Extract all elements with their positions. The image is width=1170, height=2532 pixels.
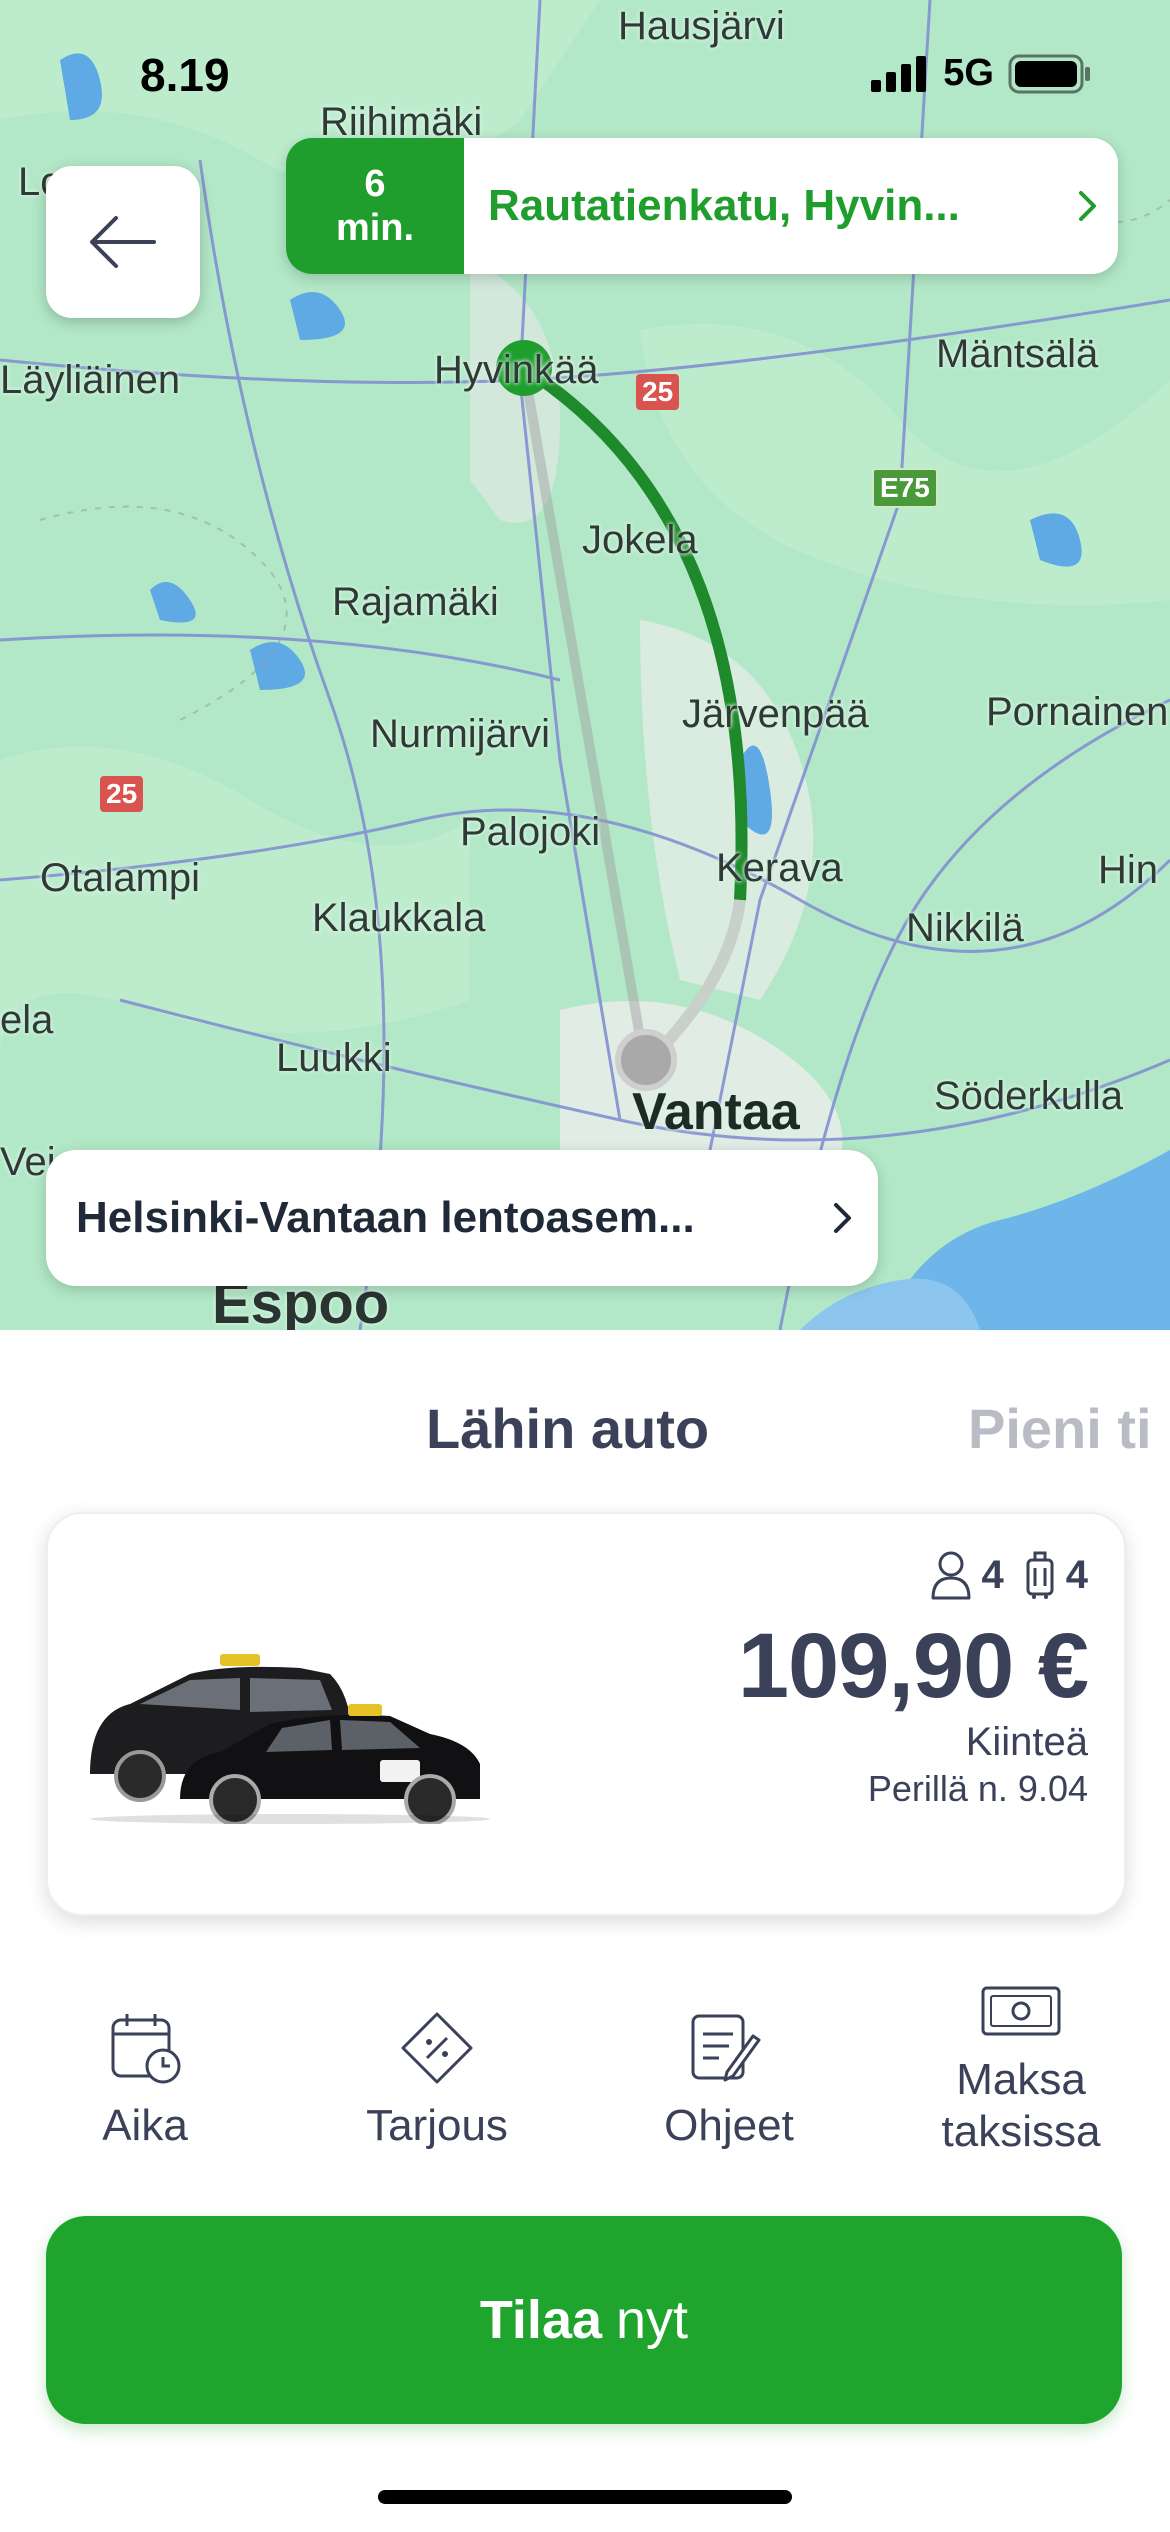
road-shield: 25 bbox=[636, 374, 680, 410]
order-now-button[interactable]: Tilaa nyt bbox=[46, 2216, 1122, 2424]
chevron-right-icon bbox=[1079, 191, 1096, 221]
option-voucher[interactable]: Tarjous bbox=[292, 2010, 582, 2152]
map-label: Läyliäinen bbox=[0, 358, 181, 402]
option-time[interactable]: Aika bbox=[0, 2010, 290, 2152]
map-label: Nikkilä bbox=[906, 906, 1024, 950]
pickup-location-button[interactable]: 6 min. Rautatienkatu, Hyvin... bbox=[286, 138, 1118, 274]
person-icon bbox=[931, 1551, 970, 1600]
map-label: Jokela bbox=[582, 518, 698, 562]
map-label: Klaukkala bbox=[312, 896, 486, 940]
option-label: Ohjeet bbox=[664, 2101, 794, 2150]
pickup-eta-badge: 6 min. bbox=[286, 138, 464, 274]
option-label: Aika bbox=[102, 2101, 188, 2150]
battery-icon bbox=[1008, 54, 1090, 93]
luggage-icon bbox=[1026, 1551, 1054, 1599]
map-label: Hausjärvi bbox=[618, 4, 785, 48]
status-indicators: 5G bbox=[871, 52, 1092, 95]
road-shield: 25 bbox=[100, 776, 144, 812]
eta-value: 6 bbox=[364, 163, 386, 205]
option-pay-in-taxi[interactable]: Maksa taksissa bbox=[876, 1980, 1166, 2158]
map-label: Rajamäki bbox=[332, 580, 499, 624]
status-time: 8.19 bbox=[140, 49, 230, 101]
option-label: Maksa taksissa bbox=[941, 2055, 1101, 2156]
voucher-icon bbox=[401, 2012, 473, 2084]
home-indicator[interactable] bbox=[378, 2490, 792, 2504]
map-label: Kerava bbox=[716, 846, 843, 890]
option-label: Tarjous bbox=[366, 2101, 508, 2150]
order-label-rest: nyt bbox=[616, 2290, 689, 2350]
arrow-left-icon bbox=[90, 216, 156, 268]
options-row: Aika Tarjous Ohjeet Maksa taksissa bbox=[0, 1986, 1170, 2210]
tab-nearest-car[interactable]: Lähin auto bbox=[426, 1396, 709, 1461]
destination-location-button[interactable]: Helsinki-Vantaan lentoasem... bbox=[46, 1150, 878, 1286]
destination-marker bbox=[615, 1029, 677, 1091]
calendar-clock-icon bbox=[111, 2014, 181, 2084]
back-button[interactable] bbox=[46, 166, 200, 318]
map-label: Palojoki bbox=[460, 810, 601, 854]
arrival-time: Perillä n. 9.04 bbox=[867, 1768, 1088, 1809]
network-type: 5G bbox=[943, 52, 994, 94]
taxi-car-image bbox=[70, 1624, 490, 1829]
ride-option-card[interactable]: 4 4 109,90 € Kiinteä Perillä n. 9.04 bbox=[46, 1512, 1126, 1916]
map-label: Järvenpää bbox=[682, 692, 869, 736]
cash-icon bbox=[981, 1986, 1061, 2036]
map-label: ela bbox=[0, 998, 54, 1042]
map-label: Mäntsälä bbox=[936, 332, 1099, 376]
map-label: Söderkulla bbox=[934, 1074, 1124, 1118]
tab-small-taxi[interactable]: Pieni ti bbox=[968, 1396, 1152, 1461]
eta-unit: min. bbox=[335, 207, 415, 249]
passenger-count: 4 bbox=[981, 1552, 1004, 1597]
price: 109,90 € bbox=[737, 1615, 1089, 1717]
map-label: Luukki bbox=[276, 1036, 392, 1080]
capacity-info: 4 4 bbox=[930, 1550, 1088, 1600]
destination-address: Helsinki-Vantaan lentoasem... bbox=[76, 1193, 695, 1242]
signal-icon bbox=[871, 55, 927, 92]
map-label: Hin bbox=[1098, 848, 1159, 892]
map-label: Nurmijärvi bbox=[370, 712, 550, 756]
option-instructions[interactable]: Ohjeet bbox=[584, 2010, 874, 2152]
road-shield: E75 bbox=[872, 468, 938, 508]
map-label: Hyvinkää bbox=[434, 348, 599, 392]
luggage-count: 4 bbox=[1065, 1552, 1088, 1597]
map-label: Otalampi bbox=[40, 856, 201, 900]
map-label: Pornainen bbox=[986, 690, 1169, 734]
price-type: Kiinteä bbox=[965, 1720, 1088, 1764]
note-edit-icon bbox=[691, 2014, 761, 2082]
pickup-address: Rautatienkatu, Hyvin... bbox=[488, 181, 960, 230]
chevron-right-icon bbox=[834, 1203, 851, 1233]
order-label-bold: Tilaa bbox=[479, 2290, 603, 2350]
map-label-city: Vantaa bbox=[632, 1083, 800, 1141]
